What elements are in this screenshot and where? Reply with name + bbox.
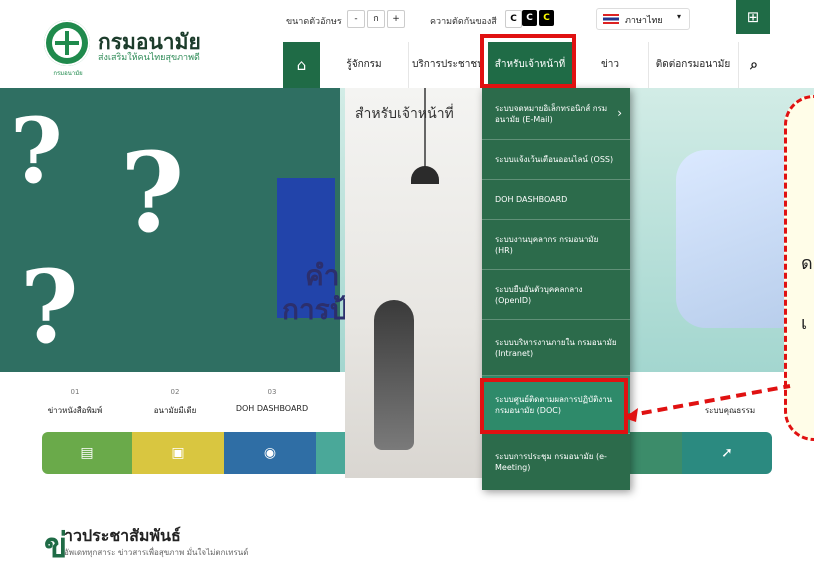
question-mark-graphic: ? (10, 98, 63, 204)
menu-item-label: ระบบแจ้งเว้นเตือนออนไลน์ (OSS) (495, 155, 614, 164)
tile-dashboard[interactable]: ◉ (224, 432, 316, 474)
language-select[interactable]: ภาษาไทย ▾ (596, 8, 690, 30)
search-icon: ⌕ (750, 57, 758, 73)
sitemap-button[interactable]: ⊞ (736, 0, 770, 34)
yoga-person-graphic (374, 300, 414, 450)
quick-link-dashboard[interactable]: DOH DASHBOARD (228, 404, 316, 413)
nav-item-about[interactable]: รู้จักกรม (320, 42, 409, 88)
menu-item-e-meeting[interactable]: ระบบการประชุม กรมอนามัย (e-Meeting) (482, 434, 630, 490)
quick-link-number: 03 (267, 388, 277, 396)
highlight-box-nav (480, 34, 576, 88)
tile-media[interactable]: ▣ (132, 432, 224, 474)
language-label: ภาษาไทย (625, 16, 663, 26)
nav-item-contact[interactable]: ติดต่อกรมอนามัย (648, 42, 739, 88)
logo-caption: กรมอนามัย (53, 70, 83, 77)
callout-text: เ (801, 313, 808, 334)
font-normal-button[interactable]: ก (367, 10, 385, 28)
pr-section-subtitle: อัพเดททุกสาระ ข่าวสารเพื่อสุขภาพ มั่นใจไ… (64, 548, 249, 557)
contrast-dark-button[interactable]: C (522, 10, 537, 26)
gavel-icon: ➚ (721, 445, 733, 461)
menu-item-email[interactable]: ระบบจดหมายอิเล็กทรอนิกส์ กรมอนามัย (E-Ma… (482, 88, 630, 140)
home-icon: ⌂ (296, 56, 307, 74)
menu-item-hr[interactable]: ระบบงานบุคลากร กรมอนามัย (HR) (482, 220, 630, 270)
menu-item-oss[interactable]: ระบบแจ้งเว้นเตือนออนไลน์ (OSS) (482, 140, 630, 180)
dropdown-heading: สำหรับเจ้าหน้าที่ (355, 106, 454, 122)
question-mark-graphic: ? (20, 248, 79, 366)
font-decrease-button[interactable]: - (347, 10, 365, 28)
thai-flag-icon (603, 14, 619, 24)
banner-text-line2: การป้ (282, 293, 348, 326)
logo-emblem-icon (52, 28, 82, 58)
lamp-graphic (424, 88, 426, 168)
home-button[interactable]: ⌂ (283, 42, 320, 88)
menu-item-label: ระบบงานบุคลากร กรมอนามัย (HR) (495, 234, 599, 255)
sitemap-icon: ⊞ (746, 8, 760, 26)
site-subtitle: ส่งเสริมให้คนไทยสุขภาพดี (98, 53, 200, 63)
quick-link-newspaper[interactable]: ข่าวหนังสือพิมพ์ (40, 404, 110, 417)
font-size-label: ขนาดตัวอักษร (286, 17, 342, 27)
quick-link-media[interactable]: อนามัยมีเดีย (140, 404, 210, 417)
tile-newspaper[interactable]: ▤ (42, 432, 132, 474)
menu-item-label: ระบบการประชุม กรมอนามัย (e-Meeting) (495, 452, 607, 472)
menu-item-dashboard[interactable]: DOH DASHBOARD (482, 180, 630, 220)
callout-text: ด (801, 253, 813, 274)
menu-item-label: ระบบบริหารงานภายใน กรมอนามัย (Intranet) (495, 337, 617, 358)
font-increase-button[interactable]: + (387, 10, 405, 28)
question-mark-graphic: ? (120, 128, 185, 257)
chevron-right-icon: › (617, 106, 622, 120)
gauge-icon: ◉ (263, 445, 277, 461)
quick-link-number: 02 (170, 388, 180, 396)
chevron-down-icon: ▾ (676, 12, 681, 21)
search-button[interactable]: ⌕ (738, 42, 770, 88)
contrast-label: ความตัดกันของสี (430, 17, 497, 27)
newspaper-icon: ▤ (80, 445, 94, 461)
menu-item-label: ระบบยืนยันตัวบุคคลกลาง (OpenID) (495, 284, 583, 305)
menu-item-openid[interactable]: ระบบยืนยันตัวบุคคลกลาง (OpenID) (482, 270, 630, 320)
menu-item-label: ระบบจดหมายอิเล็กทรอนิกส์ กรมอนามัย (E-Ma… (495, 103, 608, 124)
tile-6[interactable] (630, 432, 682, 474)
nav-item-services[interactable]: บริการประชาชน (408, 42, 489, 88)
contrast-normal-button[interactable]: C (505, 10, 522, 28)
nav-item-news[interactable]: ข่าวประชาสัมพันธ์ (572, 42, 649, 116)
tile-4[interactable] (316, 432, 346, 474)
highlight-box-menu-item (480, 378, 628, 434)
menu-item-label: DOH DASHBOARD (495, 195, 568, 204)
quick-link-number: 01 (70, 388, 80, 396)
contrast-yellow-button[interactable]: C (539, 10, 554, 26)
menu-item-intranet[interactable]: ระบบบริหารงานภายใน กรมอนามัย (Intranet) (482, 320, 630, 376)
tile-ethics[interactable]: ➚ (682, 432, 772, 474)
document-icon: ▣ (171, 445, 185, 461)
department-logo[interactable] (44, 20, 90, 66)
annotation-arrow (624, 384, 791, 422)
